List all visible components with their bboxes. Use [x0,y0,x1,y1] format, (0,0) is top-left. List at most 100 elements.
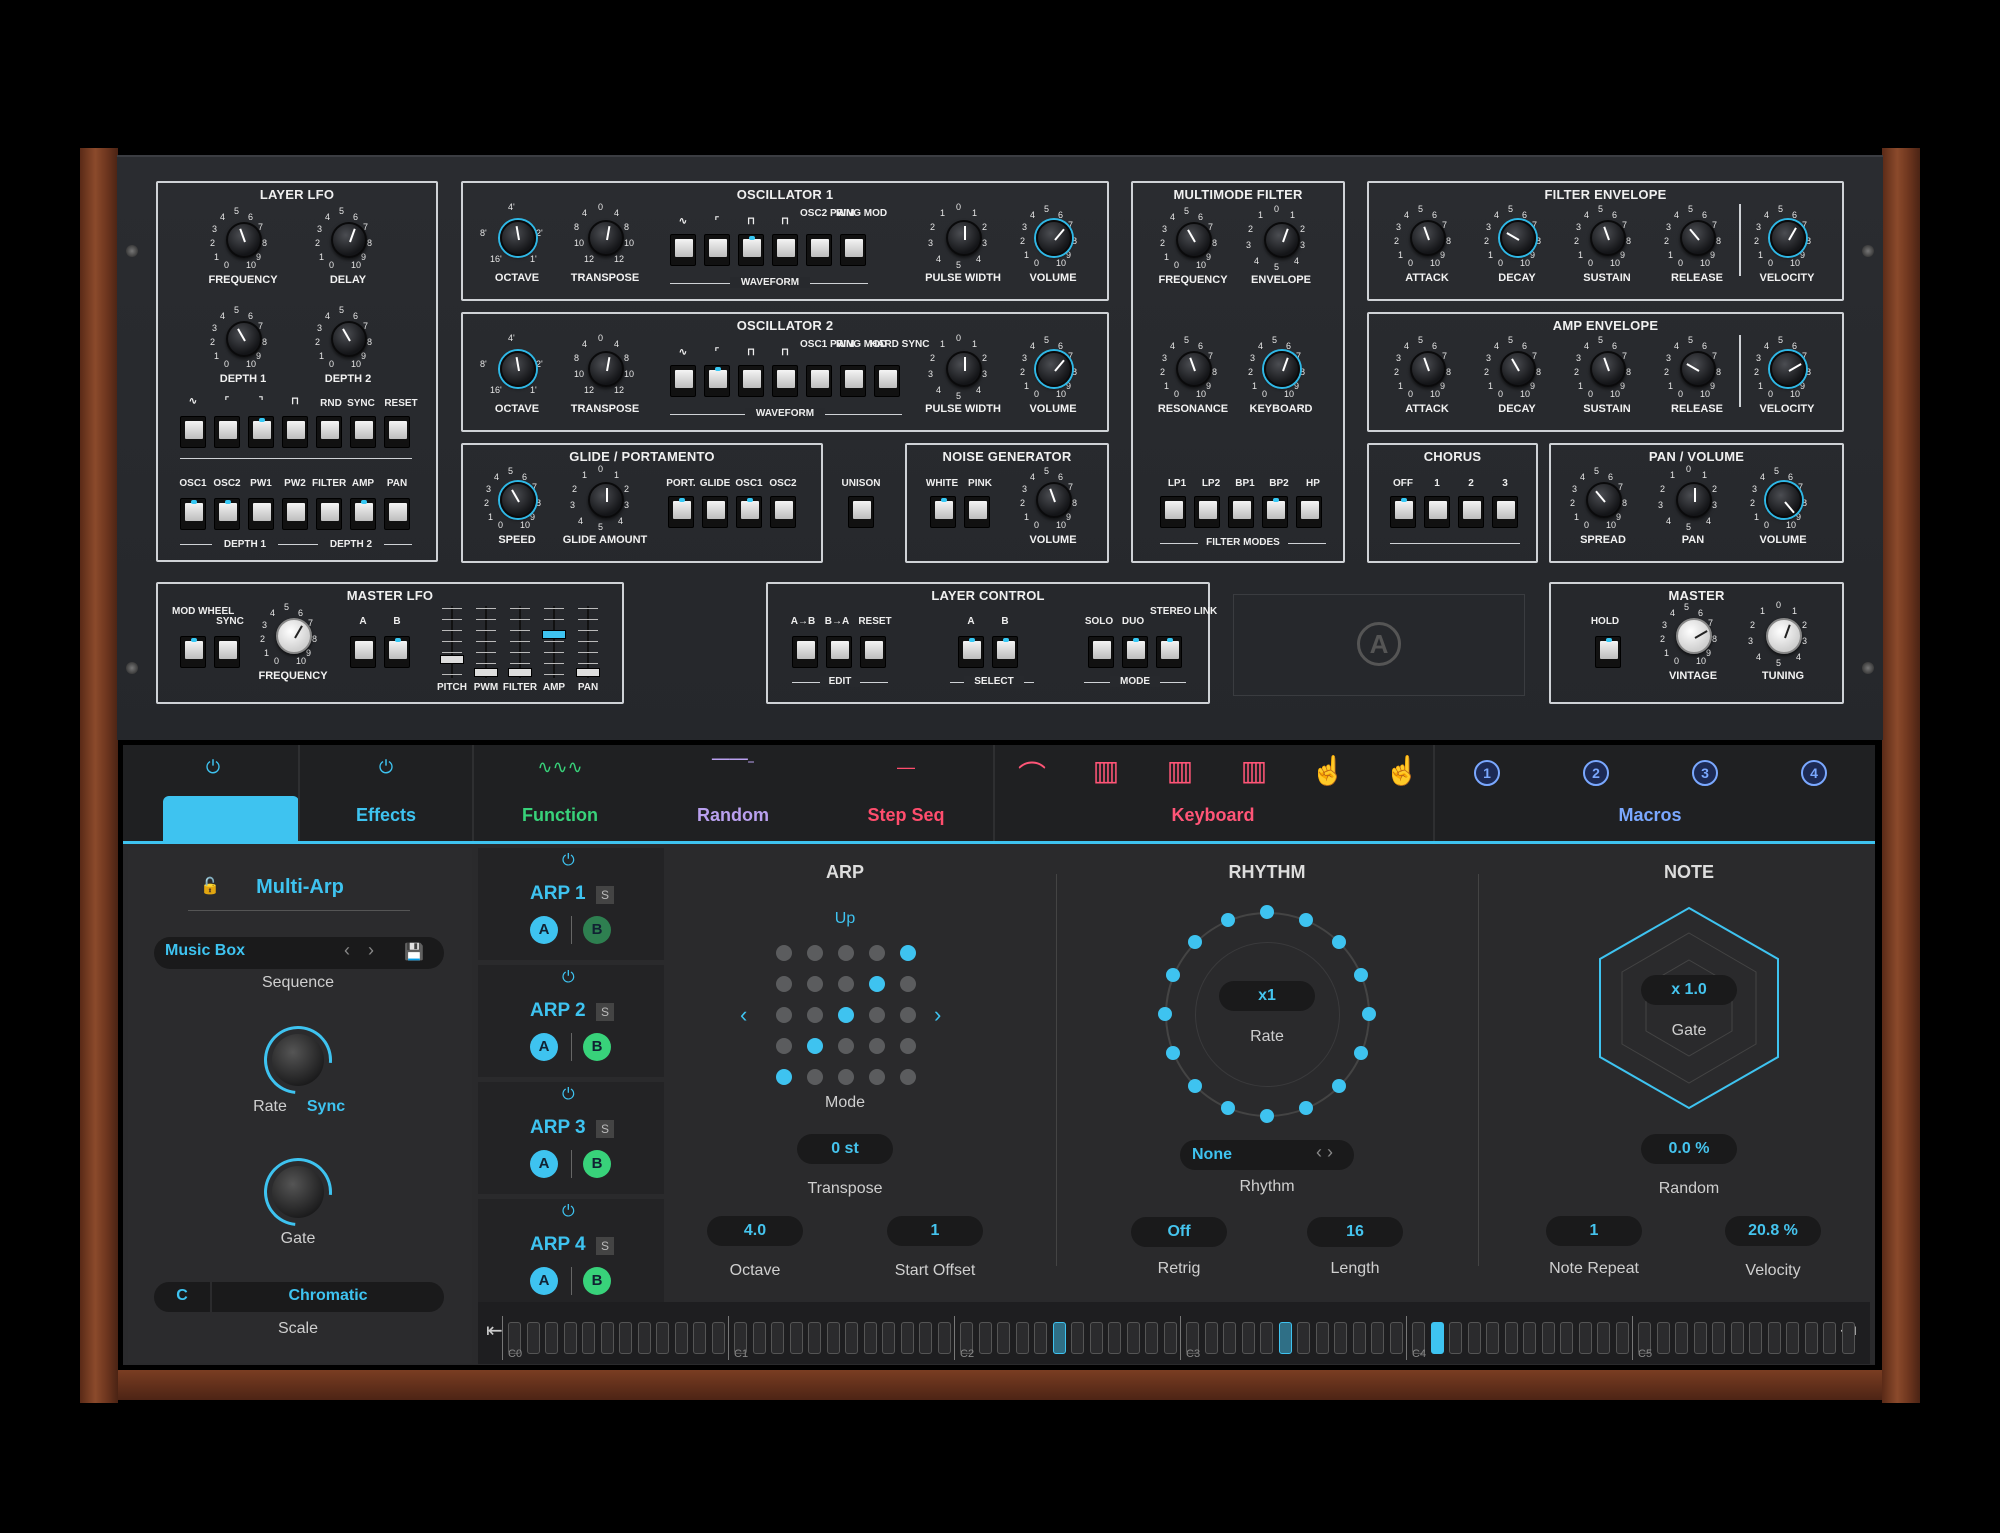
lfo-delay-knob-dial[interactable] [331,222,367,258]
mode-prev-icon[interactable]: ‹ [740,1002,747,1028]
fenv-knob-2[interactable]: 3 4 5 6 7 2 8 1 0 9 10 SUSTAIN [1572,204,1642,284]
keyboard-key[interactable] [1786,1322,1799,1354]
filter-mode-switch-0[interactable] [1160,496,1186,528]
osc2-pulsewidth-knob-dial[interactable] [946,351,982,387]
arp-mode-dot[interactable] [838,1069,854,1085]
keyboard-key[interactable] [752,1322,766,1354]
chorus-switch-3[interactable] [1492,496,1518,528]
slider-handle-2[interactable] [508,668,532,677]
arp-1-power-icon[interactable]: ⏻ [562,852,575,870]
gate-knob[interactable] [272,1166,324,1218]
keyboard-key[interactable] [845,1322,858,1354]
keyboard-key[interactable] [1430,1322,1444,1354]
keyboard-key[interactable] [526,1322,540,1354]
mlfo-a-switch[interactable] [350,636,376,668]
lfo-waveform-switch-6[interactable] [384,416,410,448]
arp-1-b-button[interactable]: B [583,916,611,944]
arp-mode-dot[interactable] [838,1038,854,1054]
keyboard-key[interactable] [1656,1322,1670,1354]
preset-prev-icon[interactable]: ‹ [344,940,350,961]
lfo-frequency-knob-dial[interactable] [226,222,262,258]
arp-mode-dot[interactable] [776,1069,792,1085]
aenv-knob-3[interactable]: 3 4 5 6 7 2 8 1 0 9 10 RELEASE [1662,335,1732,415]
save-icon[interactable]: 💾 [404,942,424,962]
osc2-waveform-switch-2[interactable] [738,365,764,397]
osc2-waveform-switch-5[interactable] [840,365,866,397]
keyboard-key[interactable] [900,1322,914,1354]
aenv-knob-2-dial[interactable] [1590,351,1626,387]
rhythm-step-dot[interactable] [1165,1046,1180,1061]
mlfo-sync-switch[interactable] [214,636,240,668]
arp-4-b-button[interactable]: B [583,1267,611,1295]
osc1-octave-knob-dial[interactable] [500,220,536,256]
glide-amount-knob-dial[interactable] [588,482,624,518]
keyboard-key[interactable] [582,1322,595,1354]
noise-volume-knob[interactable]: 3 4 5 6 7 2 8 1 0 9 10 VOLUME [1018,466,1088,546]
keyboard-key[interactable] [919,1322,932,1354]
keyboard-key[interactable] [789,1322,803,1354]
noise-pink-switch[interactable] [964,496,990,528]
osc2-waveform-switch-3[interactable] [772,365,798,397]
osc2-waveform-switch-4[interactable] [806,365,832,397]
velocity-value[interactable]: 20.8 % [1725,1216,1821,1246]
stereo-switch[interactable] [1156,636,1182,668]
layer-b-switch[interactable] [992,636,1018,668]
osc1-pulsewidth-knob[interactable]: 0 1 1 2 2 3 3 4 4 5 PULSE WIDTH [925,202,1001,284]
arp-mode-dot[interactable] [807,1069,823,1085]
keyboard-key[interactable] [937,1322,951,1354]
keyboard-key[interactable] [1467,1322,1481,1354]
arp-4-a-button[interactable]: A [530,1267,558,1295]
osc2-waveform-switch-0[interactable] [670,365,696,397]
preset-next-icon[interactable]: › [368,940,374,961]
rhythm-step-dot[interactable] [1299,912,1314,927]
keyboard-key[interactable] [1145,1322,1158,1354]
arp-3-power-icon[interactable]: ⏻ [562,1086,575,1104]
filter-resonance-knob-dial[interactable] [1176,351,1212,387]
keyboard-key[interactable] [771,1322,784,1354]
filter-mode-switch-3[interactable] [1262,496,1288,528]
chorus-switch-0[interactable] [1390,496,1416,528]
tab-stepseq[interactable]: — Step Seq [836,745,976,841]
note-repeat-value[interactable]: 1 [1546,1216,1642,1246]
pan-knob-dial[interactable] [1676,482,1712,518]
filter-keyboard-knob[interactable]: 3 4 5 6 7 2 8 1 0 9 10 KEYBOARD [1246,335,1316,415]
pan-knob[interactable]: 0 1 1 2 2 3 3 4 4 5 PAN [1658,464,1728,546]
layer-a-switch[interactable] [958,636,984,668]
mlfo-frequency-knob-dial[interactable] [276,618,312,654]
lfo-dest-switch-3[interactable] [282,498,308,530]
arp-mode-dot[interactable] [807,1038,823,1054]
keyboard-mode-icon-1[interactable]: ▥ [1088,754,1124,788]
tuning-knob-dial[interactable] [1766,618,1802,654]
keyboard-key[interactable] [1223,1322,1236,1354]
osc2-pulsewidth-knob[interactable]: 0 1 1 2 2 3 3 4 4 5 PULSE WIDTH [925,333,1001,415]
keyboard-key[interactable] [1052,1322,1066,1354]
keyboard-key[interactable] [1712,1322,1725,1354]
keyboard-key[interactable] [1504,1322,1518,1354]
chorus-switch-2[interactable] [1458,496,1484,528]
keyboard-key[interactable] [1371,1322,1384,1354]
arp-mode-dot[interactable] [900,1069,916,1085]
arp-2-solo[interactable]: S [596,1003,614,1021]
keyboard-key[interactable] [997,1322,1010,1354]
arp-3-a-button[interactable]: A [530,1150,558,1178]
arp-mode-dot[interactable] [776,1038,792,1054]
keyboard-mode-icon-0[interactable]: ⌒ [1014,754,1050,791]
osc2-transpose-knob-dial[interactable] [588,351,624,387]
keyboard-key[interactable] [1486,1322,1499,1354]
osc1-waveform-switch-2[interactable] [738,234,764,266]
lfo-waveform-switch-3[interactable] [282,416,308,448]
vintage-knob-dial[interactable] [1676,618,1712,654]
arp-mode-dot[interactable] [807,1007,823,1023]
rate-knob[interactable] [272,1034,324,1086]
filter-mode-switch-4[interactable] [1296,496,1322,528]
lfo-delay-knob[interactable]: 3 4 5 6 7 2 8 1 0 9 10 DELAY [313,206,383,286]
keyboard-key[interactable] [1034,1322,1047,1354]
fenv-knob-4-dial[interactable] [1770,220,1806,256]
keyboard-key[interactable] [619,1322,632,1354]
lfo-dest-switch-5[interactable] [350,498,376,530]
keyboard-key[interactable] [1352,1322,1366,1354]
keyboard-key[interactable] [1071,1322,1084,1354]
arp-mode-dot[interactable] [900,1038,916,1054]
keyboard-key[interactable] [1730,1322,1744,1354]
keyboard-key[interactable] [1260,1322,1273,1354]
